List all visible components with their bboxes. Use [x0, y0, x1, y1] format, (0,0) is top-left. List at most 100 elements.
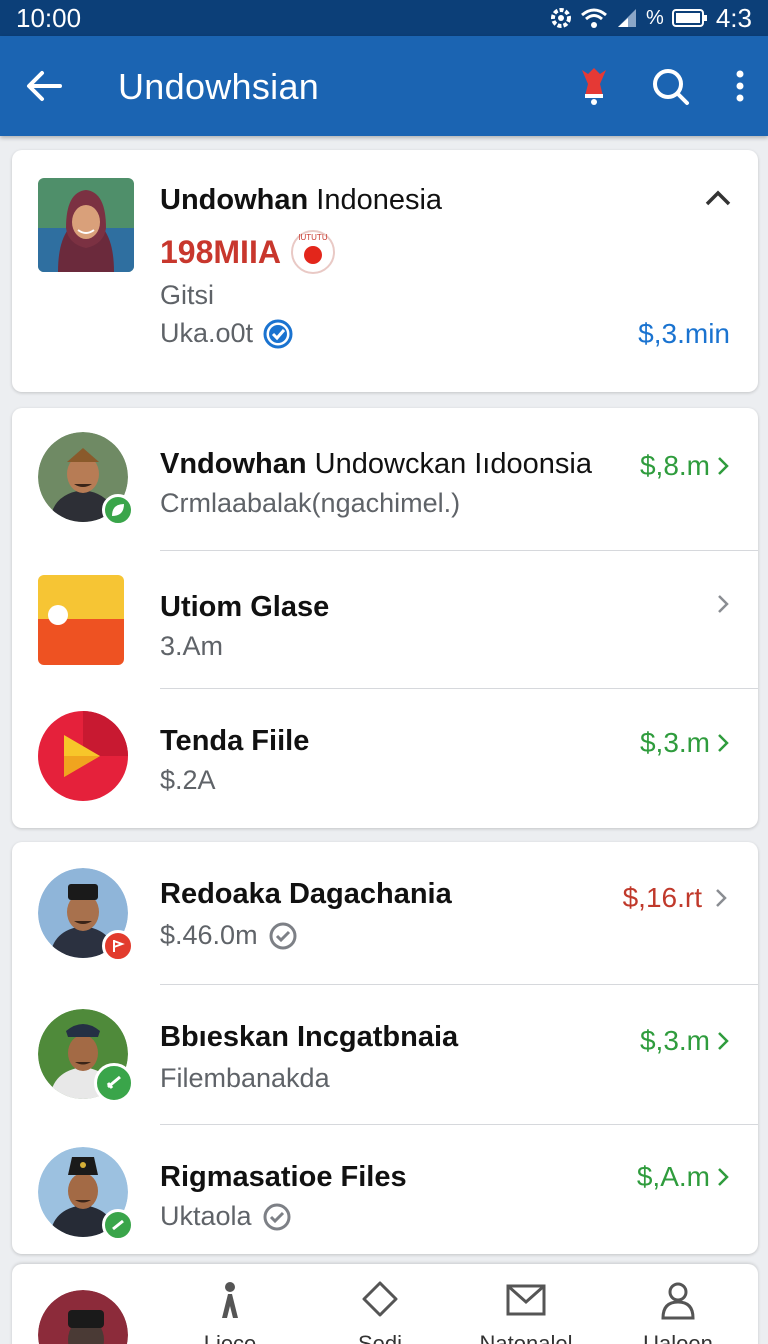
item-amount-row: $,3.m — [640, 727, 730, 759]
check-circle-icon — [263, 1203, 291, 1230]
item-name-bold: Vndowhan — [160, 448, 307, 480]
list-item[interactable]: Vndowhan Undowckan Iıdoonsia Crmlaabalak… — [12, 408, 758, 550]
item-name: Bbıeskan Incgatbnaia — [160, 1021, 459, 1053]
chevron-right-icon — [718, 457, 729, 475]
status-icons: % 4:3 — [550, 3, 752, 34]
chevron-right-icon — [718, 1168, 729, 1186]
page-title: Undowhsian — [118, 66, 320, 107]
check-circle-icon — [269, 922, 297, 949]
more-vert-icon — [736, 70, 744, 102]
item-amount-row: $,3.m — [640, 1025, 730, 1057]
overflow-menu-button[interactable] — [718, 64, 762, 108]
wifi-icon — [580, 7, 608, 29]
search-button[interactable] — [648, 64, 692, 108]
chevron-up-icon — [705, 190, 731, 206]
chevron-right-icon — [718, 1032, 729, 1050]
item-name-rest: Undowckan Iıdoonsia — [306, 448, 592, 480]
search-icon — [653, 69, 689, 105]
profile-amount: $,3.min — [638, 318, 730, 349]
person-walk-icon — [222, 1282, 238, 1318]
item-subtitle: Filembanakda — [160, 1063, 330, 1093]
profile-name: Undowhan Indonesia — [160, 184, 442, 217]
list-item[interactable]: Rigmasatioe Files Uktaola $,A.m — [12, 1125, 758, 1254]
collapse-button[interactable] — [704, 188, 732, 213]
profile-handle: Uka.o0t — [160, 318, 254, 348]
item-subtitle-row: $.46.0m — [160, 920, 298, 951]
item-subtitle: Crmlaabalak(ngachimel.) — [160, 488, 461, 518]
item-amount: $,A.m — [636, 1161, 710, 1192]
chevron-right-icon — [718, 595, 729, 613]
status-bar: 10:00 % 4:3 — [0, 0, 768, 36]
item-amount: $,16.rt — [622, 882, 702, 913]
item-name: Vndowhan Undowckan Iıdoonsia — [160, 448, 592, 481]
profile-name-bold: Undowhan — [160, 184, 309, 216]
item-amount-row: $,16.rt — [623, 882, 730, 914]
profile-photo — [38, 178, 134, 272]
profile-label: Gitsi — [160, 280, 214, 310]
back-arrow-icon — [27, 71, 62, 101]
app-tile-icon — [38, 575, 124, 665]
item-amount: $,3.m — [639, 1025, 710, 1056]
nav-item-natonalel[interactable]: Natonalel — [466, 1280, 586, 1344]
item-amount: $,8.m — [639, 450, 710, 481]
item-name: Redoaka Dagachania — [160, 878, 452, 910]
user-avatar[interactable] — [38, 1290, 128, 1344]
bottom-navigation: Liece Sedi Natonalel Ualoen — [12, 1264, 758, 1344]
item-name: Rigmasatioe Files — [160, 1161, 407, 1193]
avatar — [38, 432, 134, 526]
flag-icon — [113, 940, 125, 952]
nav-label: Natonalel — [479, 1331, 573, 1344]
item-subtitle: $.2A — [160, 765, 216, 795]
list-item[interactable]: Utiom Glase 3.Am — [12, 551, 758, 688]
status-badge — [94, 1063, 134, 1103]
item-amount-row: $,A.m — [637, 1161, 730, 1193]
status-badge — [102, 930, 134, 962]
back-button[interactable] — [24, 66, 64, 106]
battery-text: 4:3 — [715, 2, 752, 33]
nav-label: Ualoen — [643, 1331, 713, 1344]
settings-gear-icon — [550, 7, 572, 29]
item-amount: $,3.m — [639, 727, 710, 758]
stamp-text: IUTUTU — [298, 233, 328, 242]
mail-icon — [506, 1284, 546, 1316]
verified-check-icon — [263, 319, 293, 348]
tag-icon — [362, 1281, 398, 1317]
item-subtitle: $.46.0m — [160, 920, 258, 950]
status-badge — [102, 494, 134, 526]
list-card-2: Redoaka Dagachania $.46.0m $,16.rt Bbıes… — [12, 842, 758, 1254]
app-bar: Undowhsian — [0, 36, 768, 136]
nav-item-liece[interactable]: Liece — [170, 1280, 290, 1344]
nav-label: Liece — [203, 1331, 257, 1344]
profile-name-rest: Indonesia — [308, 184, 443, 216]
nav-item-ualoen[interactable]: Ualoen — [618, 1280, 738, 1344]
stamp-badge-icon: IUTUTU — [290, 230, 335, 274]
check-icon — [106, 1075, 121, 1089]
app-logo-icon — [38, 711, 128, 801]
chevron-right-icon — [718, 734, 729, 752]
avatar — [38, 868, 134, 962]
list-item[interactable]: Tenda Fiile $.2A $,3.m — [12, 689, 758, 828]
item-subtitle: Uktaola — [160, 1201, 252, 1231]
item-subtitle: 3.Am — [160, 631, 224, 661]
battery-icon — [671, 8, 708, 28]
item-chevron — [716, 593, 730, 615]
profile-icon — [661, 1282, 695, 1320]
status-badge — [102, 1209, 134, 1241]
check-icon — [112, 1219, 124, 1231]
chevron-right-icon — [716, 889, 727, 907]
nav-item-sedi[interactable]: Sedi — [320, 1280, 440, 1344]
list-card-1: Vndowhan Undowckan Iıdoonsia Crmlaabalak… — [12, 408, 758, 828]
item-subtitle-row: Uktaola — [160, 1201, 292, 1232]
notification-button[interactable] — [572, 64, 616, 108]
cell-signal-icon — [616, 7, 638, 29]
profile-card: Undowhan Indonesia 198MIIA IUTUTU Gitsi … — [12, 150, 758, 392]
avatar — [38, 1009, 134, 1103]
profile-value: 198MIIA — [160, 233, 281, 270]
list-item[interactable]: Bbıeskan Incgatbnaia Filembanakda $,3.m — [12, 985, 758, 1124]
leaf-icon — [112, 504, 124, 516]
signal-text: % — [646, 6, 664, 29]
item-amount-row: $,8.m — [640, 450, 730, 482]
list-item[interactable]: Redoaka Dagachania $.46.0m $,16.rt — [12, 842, 758, 984]
avatar — [38, 1147, 134, 1241]
profile-value-row: 198MIIA IUTUTU — [160, 230, 335, 274]
